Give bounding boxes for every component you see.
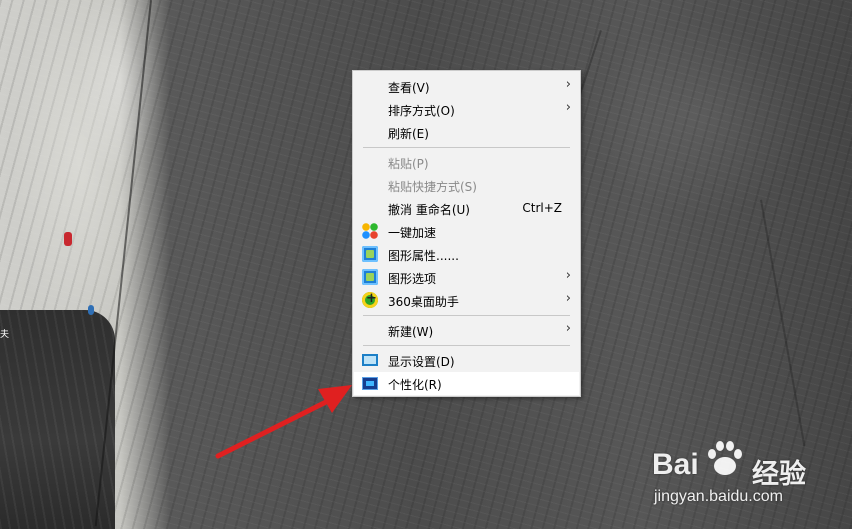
annotation-arrow-head	[318, 385, 352, 413]
watermark-url: jingyan.baidu.com	[654, 488, 783, 505]
baidu-jingyan-watermark: Bai 经验 jingyan.baidu.com	[648, 430, 848, 520]
baidu-paw-icon	[708, 441, 742, 475]
annotation-arrow-shaft	[215, 397, 333, 459]
watermark-brand: Bai	[652, 448, 699, 481]
watermark-brand-cn: 经验	[752, 459, 806, 490]
